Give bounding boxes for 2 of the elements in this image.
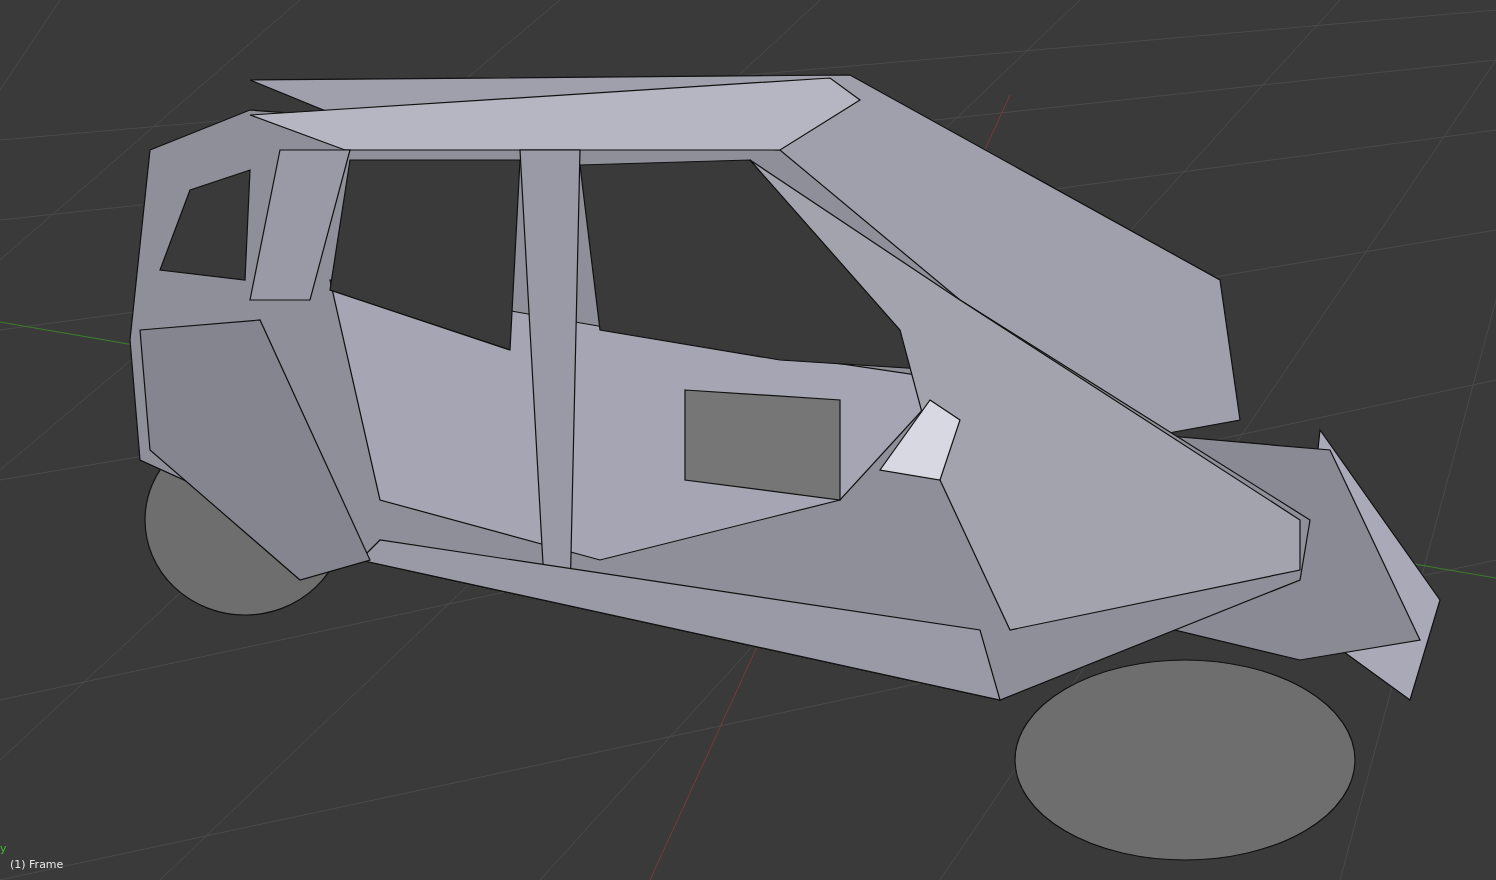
- frame-info: (1) Frame: [10, 858, 64, 872]
- axis-label: y: [0, 843, 7, 855]
